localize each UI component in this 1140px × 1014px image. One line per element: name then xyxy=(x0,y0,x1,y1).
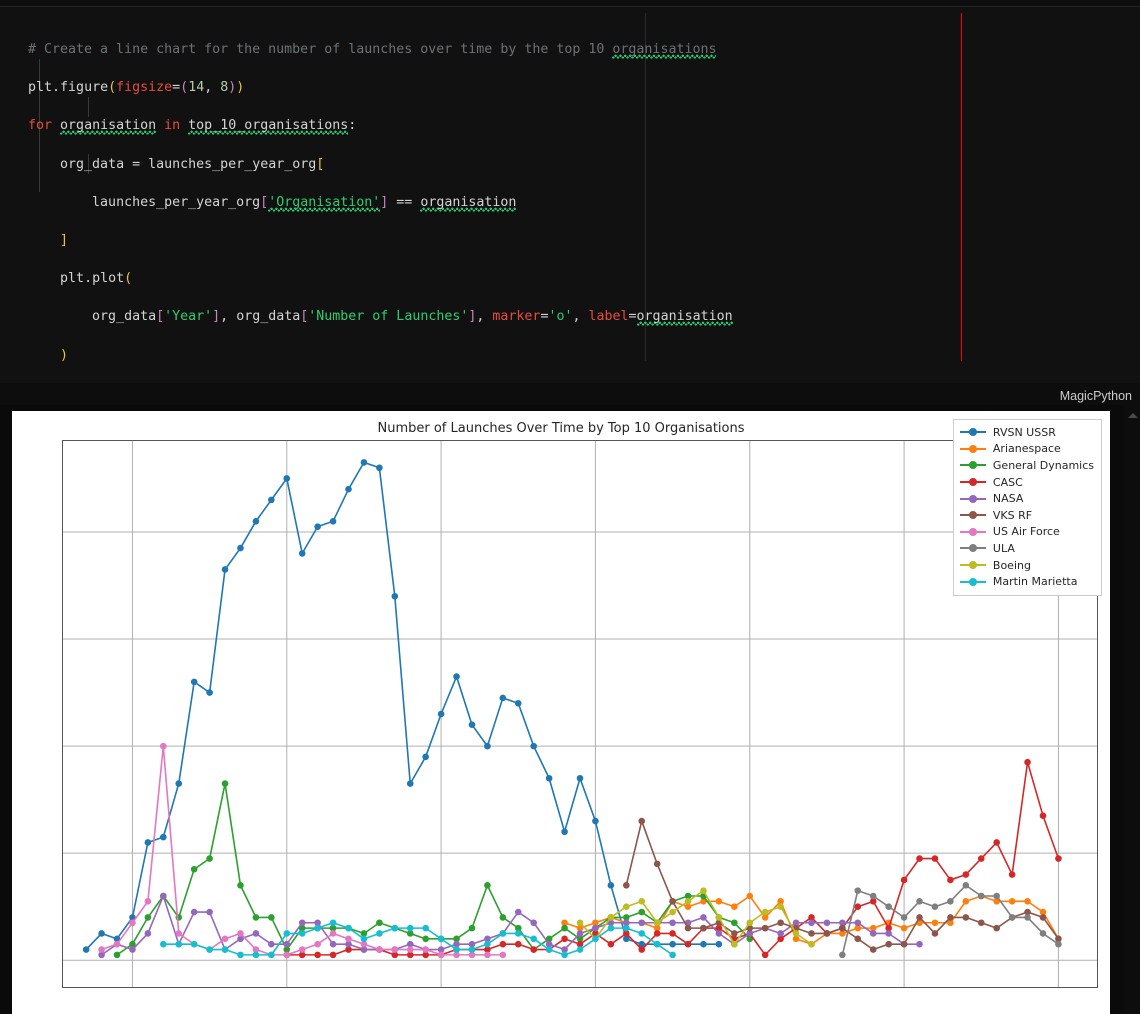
notebook-output-pane: Number of Launches Over Time by Top 10 O… xyxy=(0,405,1140,1014)
x-tick-mark xyxy=(441,987,442,988)
y-tick-mark xyxy=(62,532,63,533)
legend-item: NASA xyxy=(959,490,1094,507)
legend-item: CASC xyxy=(959,474,1094,491)
legend-item: Boeing xyxy=(959,557,1094,574)
legend-item: Martin Marietta xyxy=(959,573,1094,590)
status-bar-language-mode[interactable]: MagicPython xyxy=(1060,389,1132,403)
legend-swatch-icon xyxy=(959,476,986,488)
legend-item: US Air Force xyxy=(959,524,1094,541)
x-tick-mark xyxy=(595,987,596,988)
legend-label: Arianespace xyxy=(992,442,1061,456)
code-line: for organisation in top_10_organisations… xyxy=(28,118,357,134)
code-line: plt.plot( xyxy=(60,271,133,287)
y-tick-mark xyxy=(62,853,63,854)
legend-label: Martin Marietta xyxy=(992,575,1078,589)
legend-swatch-icon xyxy=(959,542,986,554)
code-line: launches_per_year_org['Organisation'] ==… xyxy=(92,194,517,210)
code-editor-pane[interactable]: # Create a line chart for the number of … xyxy=(0,0,1140,744)
legend-label: General Dynamics xyxy=(992,458,1094,472)
y-tick-mark xyxy=(62,960,63,961)
legend-label: Boeing xyxy=(992,558,1031,572)
code-line: ] xyxy=(60,233,69,249)
legend-label: NASA xyxy=(992,492,1024,506)
code-editor-surface[interactable]: # Create a line chart for the number of … xyxy=(0,6,1140,744)
scroll-up-arrow-icon[interactable] xyxy=(1128,413,1138,418)
y-tick-mark xyxy=(62,639,63,640)
legend-swatch-icon xyxy=(959,526,986,538)
x-tick-mark xyxy=(904,987,905,988)
legend-swatch-icon xyxy=(959,459,986,471)
plot-svg xyxy=(63,441,1097,987)
legend-label: RVSN USSR xyxy=(992,425,1056,439)
legend-swatch-icon xyxy=(959,493,986,505)
legend-swatch-icon xyxy=(959,426,986,438)
editor-red-ruler xyxy=(961,13,963,361)
app-window: # Create a line chart for the number of … xyxy=(0,0,1140,1014)
output-scrollbar[interactable] xyxy=(1124,405,1140,1014)
legend-item: VKS RF xyxy=(959,507,1094,524)
code-line: plt.figure(figsize=(14, 8)) xyxy=(28,80,245,96)
legend-swatch-icon xyxy=(959,509,986,521)
legend-item: Arianespace xyxy=(959,441,1094,458)
x-tick-mark xyxy=(132,987,133,988)
plot-area: Number of Launches Year 020406080 196019… xyxy=(62,440,1098,988)
code-line: org_data = launches_per_year_org[ xyxy=(60,156,325,172)
code-line: ) xyxy=(60,347,69,363)
legend-swatch-icon xyxy=(959,443,986,455)
legend-swatch-icon xyxy=(959,559,986,571)
x-tick-mark xyxy=(287,987,288,988)
legend-label: ULA xyxy=(992,541,1015,555)
legend-item: ULA xyxy=(959,540,1094,557)
legend-label: CASC xyxy=(992,475,1023,489)
code-line: org_data['Year'], org_data['Number of La… xyxy=(92,309,733,325)
matplotlib-figure: Number of Launches Over Time by Top 10 O… xyxy=(12,411,1110,1014)
chart-legend: RVSN USSR Arianespace General Dynamics CASC… xyxy=(952,419,1102,596)
legend-item: General Dynamics xyxy=(959,457,1094,474)
legend-swatch-icon xyxy=(959,576,986,588)
x-tick-mark xyxy=(1058,987,1059,988)
legend-label: US Air Force xyxy=(992,525,1060,539)
chart-title: Number of Launches Over Time by Top 10 O… xyxy=(377,421,745,436)
y-tick-mark xyxy=(62,746,63,747)
x-tick-mark xyxy=(750,987,751,988)
code-line: # Create a line chart for the number of … xyxy=(28,42,717,58)
legend-item: RVSN USSR xyxy=(959,424,1094,441)
legend-label: VKS RF xyxy=(992,508,1033,522)
